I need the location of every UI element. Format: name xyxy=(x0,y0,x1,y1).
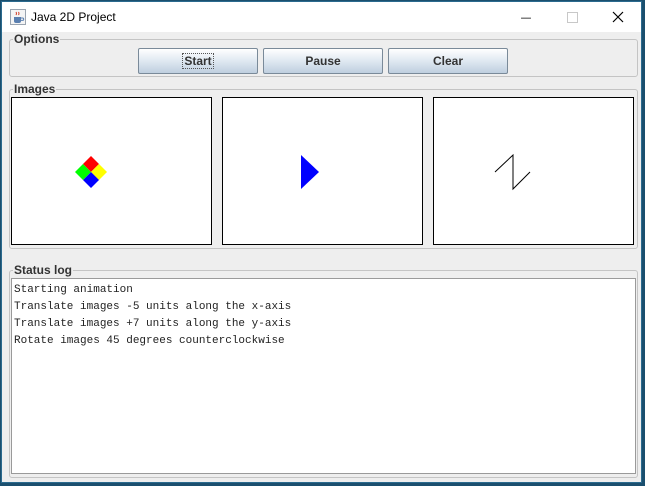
close-button[interactable] xyxy=(595,2,641,32)
title-bar[interactable]: Java 2D Project — xyxy=(2,2,641,32)
images-group-title: Images xyxy=(13,82,57,96)
blue-triangle xyxy=(301,155,319,189)
java-coffee-cup-icon xyxy=(10,9,26,25)
maximize-button[interactable] xyxy=(549,2,595,32)
minimize-button[interactable]: — xyxy=(503,2,549,32)
image-panel-1 xyxy=(11,97,212,245)
log-line: Translate images -5 units along the x-ax… xyxy=(14,301,292,313)
close-icon xyxy=(612,11,624,23)
triangle-image xyxy=(301,155,319,189)
maximize-icon xyxy=(566,11,578,23)
zigzag-line xyxy=(494,153,531,191)
pause-button[interactable]: Pause xyxy=(263,48,383,74)
colored-diamond-image xyxy=(75,156,107,188)
options-group-title: Options xyxy=(13,32,61,46)
minimize-icon: — xyxy=(520,10,532,24)
clear-button-label: Clear xyxy=(432,54,464,68)
clear-button[interactable]: Clear xyxy=(388,48,508,74)
window-title: Java 2D Project xyxy=(31,10,116,24)
image-panel-3 xyxy=(433,97,634,245)
status-log-textarea[interactable]: Starting animation Translate images -5 u… xyxy=(11,278,636,474)
status-log-group-title: Status log xyxy=(13,263,74,277)
start-button-label: Start xyxy=(182,53,214,69)
log-line: Starting animation xyxy=(14,284,133,296)
log-line: Translate images +7 units along the y-ax… xyxy=(14,318,292,330)
zigzag-image xyxy=(494,153,531,191)
start-button[interactable]: Start xyxy=(138,48,258,74)
app-window: Java 2D Project — Options Start Pause Cl… xyxy=(1,1,642,483)
image-panel-2 xyxy=(222,97,423,245)
pause-button-label: Pause xyxy=(305,54,341,68)
log-line: Rotate images 45 degrees counterclockwis… xyxy=(14,335,285,347)
